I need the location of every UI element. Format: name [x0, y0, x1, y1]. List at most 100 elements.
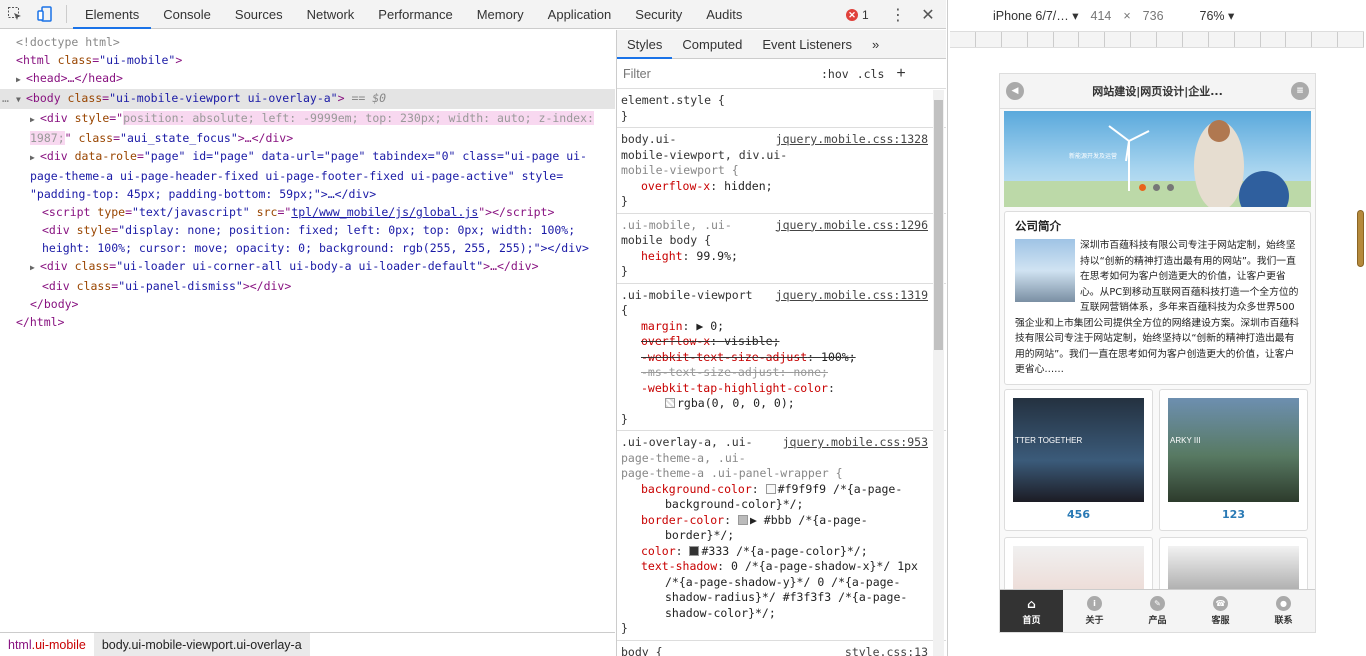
- rule-body-viewport[interactable]: jquery.mobile.css:1328 body.ui- mobile-v…: [617, 128, 946, 214]
- tab-event-listeners[interactable]: Event Listeners: [752, 30, 862, 59]
- error-counter[interactable]: ✕ 1: [846, 0, 869, 29]
- more-options-icon[interactable]: ⋮: [888, 0, 908, 29]
- tree-div-overlay[interactable]: <div style="display: none; position: fix…: [0, 221, 615, 239]
- rule-ui-mobile-viewport[interactable]: jquery.mobile.css:1319 .ui-mobile-viewpo…: [617, 284, 946, 431]
- tab-computed[interactable]: Computed: [672, 30, 752, 59]
- scrollbar-thumb[interactable]: [934, 100, 943, 350]
- home-icon: ⌂: [1027, 596, 1036, 611]
- rule-element-style[interactable]: element.style { }: [617, 89, 946, 128]
- tree-div-page-cont1: page-theme-a ui-page-header-fixed ui-pag…: [30, 169, 564, 183]
- user-icon: ●: [1276, 596, 1291, 611]
- tree-doctype[interactable]: <!doctype html>: [0, 33, 615, 51]
- tab-styles[interactable]: Styles: [617, 30, 673, 59]
- breadcrumb-html[interactable]: html.ui-mobile: [0, 633, 94, 656]
- close-icon[interactable]: ✕: [918, 0, 938, 29]
- tab-memory[interactable]: Memory: [465, 0, 536, 29]
- tree-div-panel[interactable]: <div class="ui-panel-dismiss"></div>: [0, 277, 615, 295]
- expand-triangle-icon[interactable]: ▶: [16, 71, 26, 89]
- expand-triangle-icon[interactable]: ▶: [30, 111, 40, 129]
- company-intro-card: 公司简介 深圳市百蕴科技有限公司专注于网站定制，始终坚持以“创新的精神打造出最有…: [1004, 211, 1311, 385]
- tab-security[interactable]: Security: [623, 0, 694, 29]
- inspect-element-icon[interactable]: [0, 0, 30, 29]
- error-icon: ✕: [846, 8, 858, 21]
- tree-div-aui[interactable]: ▶ <div style="position: absolute; left: -…: [0, 109, 615, 129]
- product-image: ARKY III: [1168, 397, 1299, 502]
- nav-home[interactable]: ⌂ 首页: [1000, 590, 1063, 632]
- styles-filter-bar: :hov .cls +: [617, 59, 946, 89]
- device-toolbar-icon[interactable]: [30, 0, 60, 29]
- tree-body-selected[interactable]: … ▼ <body class="ui-mobile-viewport ui-ove…: [0, 89, 615, 109]
- breadcrumb: html.ui-mobile body.ui-mobile-viewport.u…: [0, 632, 615, 656]
- rule-source-link[interactable]: jquery.mobile.css:1296: [776, 218, 928, 234]
- nav-products[interactable]: ✎ 产品: [1126, 590, 1189, 632]
- product-card[interactable]: ARKY III 123: [1159, 388, 1308, 531]
- style-rules: element.style { } jquery.mobile.css:1328…: [617, 89, 946, 656]
- carousel-dot[interactable]: [1167, 184, 1174, 191]
- tab-network[interactable]: Network: [295, 0, 367, 29]
- tree-div-page[interactable]: ▶ <div data-role="page" id="page" data-ur…: [0, 147, 615, 167]
- color-swatch[interactable]: [765, 483, 776, 494]
- rule-source-link[interactable]: jquery.mobile.css:1328: [776, 132, 928, 148]
- styles-pane: Styles Computed Event Listeners » :hov .…: [616, 30, 946, 656]
- resize-handle[interactable]: [1357, 210, 1364, 267]
- tab-application[interactable]: Application: [536, 0, 624, 29]
- hover-state-button[interactable]: :hov: [821, 67, 849, 81]
- color-swatch[interactable]: [689, 545, 700, 556]
- tree-html-close[interactable]: </html>: [0, 313, 615, 331]
- rule-source-link[interactable]: jquery.mobile.css:1319: [776, 288, 928, 304]
- color-swatch[interactable]: [737, 514, 748, 525]
- rule-ui-mobile-body[interactable]: jquery.mobile.css:1296 .ui-mobile, .ui- …: [617, 214, 946, 284]
- carousel-dots: [1139, 184, 1174, 191]
- banner-image[interactable]: 新能源开发及运营: [1004, 111, 1311, 207]
- script-src-link[interactable]: tpl/www_mobile/js/global.js: [291, 205, 478, 219]
- expand-triangle-icon[interactable]: ▶: [30, 259, 40, 277]
- device-toolbar: iPhone 6/7/… ▾ 414 × 736 76% ▾: [948, 0, 1366, 31]
- tree-div-loader[interactable]: ▶ <div class="ui-loader ui-corner-all ui-…: [0, 257, 615, 277]
- class-toggle-button[interactable]: .cls: [857, 67, 885, 81]
- tab-audits[interactable]: Audits: [694, 0, 754, 29]
- elements-tree: <!doctype html> <html class="ui-mobile">…: [0, 30, 615, 630]
- tab-sources[interactable]: Sources: [223, 0, 295, 29]
- color-swatch[interactable]: [665, 398, 675, 408]
- rule-overlay-a[interactable]: jquery.mobile.css:953 .ui-overlay-a, .ui…: [617, 431, 946, 641]
- panel-tabs: Elements Console Sources Network Perform…: [73, 0, 754, 29]
- rule-body[interactable]: style.css:13 body {: [617, 641, 946, 656]
- tree-div-aui-cont: 1987;" class="aui_state_focus">…</div>: [30, 131, 294, 145]
- nav-about[interactable]: i 关于: [1063, 590, 1126, 632]
- rule-source-link[interactable]: jquery.mobile.css:953: [783, 435, 928, 451]
- styles-tabs: Styles Computed Event Listeners »: [617, 30, 946, 59]
- tab-console[interactable]: Console: [151, 0, 223, 29]
- carousel-dot[interactable]: [1153, 184, 1160, 191]
- back-icon[interactable]: ◀: [1006, 82, 1024, 100]
- tree-head[interactable]: ▶ <head>…</head>: [0, 69, 615, 89]
- more-tabs-icon[interactable]: »: [862, 30, 889, 59]
- device-width[interactable]: 414: [1091, 9, 1112, 23]
- device-select[interactable]: iPhone 6/7/… ▾: [993, 8, 1079, 23]
- breadcrumb-body[interactable]: body.ui-mobile-viewport.ui-overlay-a: [93, 632, 310, 656]
- collapse-triangle-icon[interactable]: ▼: [16, 91, 26, 109]
- tab-elements[interactable]: Elements: [73, 0, 152, 29]
- tree-body-close[interactable]: </body>: [0, 295, 615, 313]
- mobile-header: ◀ 网站建设|网页设计|企业... ≡: [1000, 74, 1315, 109]
- tree-html-open[interactable]: <html class="ui-mobile">: [0, 51, 615, 69]
- building-image: [1015, 239, 1075, 302]
- tree-div-page-cont2: "padding-top: 45px; padding-bottom: 59px…: [30, 187, 377, 201]
- nav-contact[interactable]: ● 联系: [1252, 590, 1315, 632]
- media-query-ruler[interactable]: [950, 31, 1364, 48]
- styles-filter-input[interactable]: [623, 66, 813, 81]
- styles-scrollbar[interactable]: [933, 90, 944, 656]
- rule-source-link[interactable]: style.css:13: [845, 645, 928, 656]
- dimension-separator: ×: [1123, 8, 1131, 23]
- tree-script[interactable]: <script type="text/javascript" src="tpl/…: [0, 203, 615, 221]
- phone-icon: ☎: [1213, 596, 1228, 611]
- menu-icon[interactable]: ≡: [1291, 82, 1309, 100]
- product-card[interactable]: TTER TOGETHER 456: [1004, 388, 1153, 531]
- company-intro-title: 公司简介: [1015, 219, 1061, 233]
- tab-performance[interactable]: Performance: [366, 0, 464, 29]
- carousel-dot[interactable]: [1139, 184, 1146, 191]
- device-height[interactable]: 736: [1143, 9, 1164, 23]
- zoom-select[interactable]: 76% ▾: [1200, 8, 1235, 23]
- nav-service[interactable]: ☎ 客服: [1189, 590, 1252, 632]
- expand-triangle-icon[interactable]: ▶: [30, 149, 40, 167]
- new-rule-button[interactable]: +: [896, 65, 905, 83]
